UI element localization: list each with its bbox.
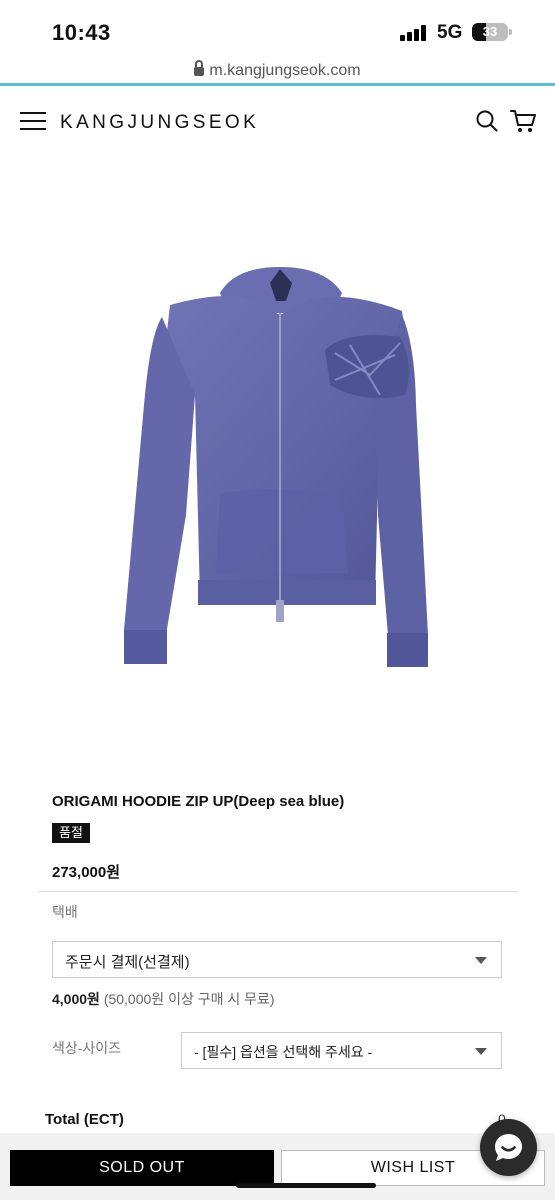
browser-url-bar[interactable]: m.kangjungseok.com — [0, 58, 555, 86]
home-indicator — [236, 1183, 376, 1188]
battery-level: 33 — [482, 24, 498, 39]
network-label: 5G — [437, 22, 463, 43]
soldout-badge: 품절 — [52, 823, 90, 843]
product-price: 273,000원 — [52, 864, 121, 881]
search-icon[interactable] — [476, 110, 498, 132]
shipping-method-select[interactable]: 주문시 결제(선결제) — [52, 941, 502, 978]
lock-icon — [194, 60, 205, 76]
option-placeholder: - [필수] 옵션을 선택해 주세요 - — [194, 1044, 373, 1060]
status-bar: 10:43 5G 33 — [0, 0, 555, 58]
chat-icon — [495, 1134, 522, 1161]
status-time: 10:43 — [52, 20, 111, 45]
chevron-down-icon — [475, 957, 487, 964]
chat-button[interactable] — [480, 1119, 537, 1176]
shipping-method-value: 주문시 결제(선결제) — [65, 954, 190, 971]
brand-logo[interactable]: KANGJUNGSEOK — [60, 112, 259, 134]
url-display[interactable]: m.kangjungseok.com — [0, 60, 555, 80]
shipping-fee-note: (50,000원 이상 구매 시 무료) — [103, 991, 275, 1007]
battery-icon: 33 — [472, 23, 512, 41]
url-text: m.kangjungseok.com — [209, 62, 361, 79]
product-image[interactable] — [110, 255, 450, 685]
option-select[interactable]: - [필수] 옵션을 선택해 주세요 - — [181, 1032, 502, 1069]
chevron-down-icon — [475, 1048, 487, 1055]
bottom-action-bar: SOLD OUT WISH LIST — [0, 1133, 555, 1200]
site-header: KANGJUNGSEOK — [0, 90, 555, 152]
total-label: Total (ECT) — [45, 1111, 124, 1128]
soldout-button[interactable]: SOLD OUT — [10, 1150, 274, 1186]
divider — [38, 891, 518, 892]
menu-icon[interactable] — [20, 112, 46, 130]
shipping-fee-amount: 4,000원 — [52, 991, 100, 1007]
signal-icon — [400, 25, 428, 41]
shipping-label: 택배 — [52, 904, 78, 920]
shipping-fee: 4,000원 (50,000원 이상 구매 시 무료) — [52, 989, 275, 1009]
product-name: ORIGAMI HOODIE ZIP UP(Deep sea blue) — [52, 793, 345, 810]
cart-icon[interactable] — [510, 109, 537, 134]
option-label: 색상-사이즈 — [52, 1040, 122, 1056]
